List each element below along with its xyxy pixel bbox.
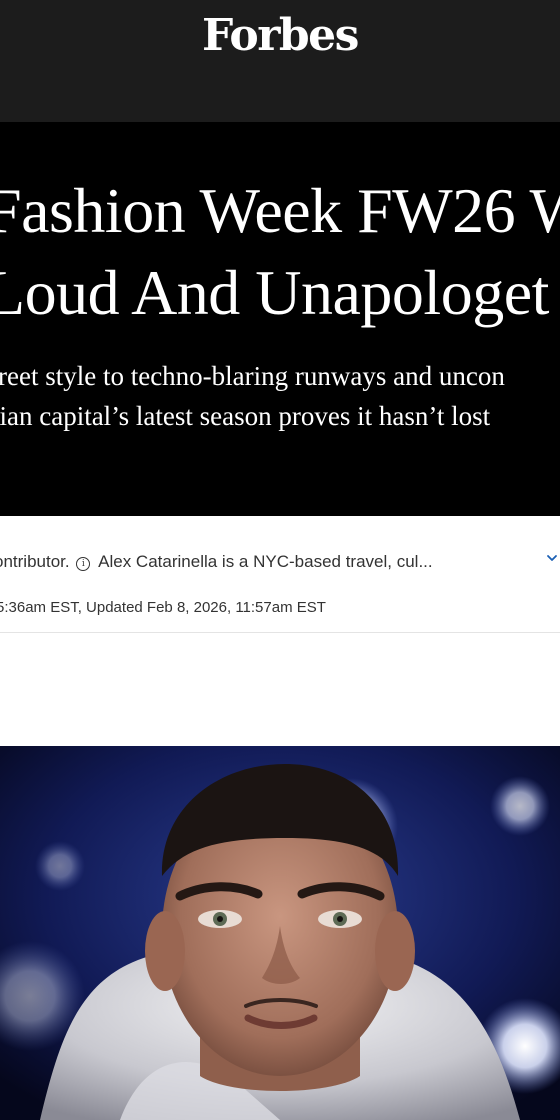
headline-line-2: Loud And Unapologet [0, 257, 549, 328]
info-circle-icon: i [76, 557, 91, 571]
site-header: Forbes [0, 0, 560, 122]
runway-model-photo [0, 746, 560, 1120]
headline-line-1: Fashion Week FW26 W [0, 175, 560, 246]
article-hero: Fashion Week FW26 W Loud And Unapologet … [0, 122, 560, 516]
article-dek: street style to techno-blaring runways a… [0, 356, 505, 436]
article-headline: Fashion Week FW26 W Loud And Unapologet [0, 170, 560, 334]
contributor-label: ontributor. [0, 552, 70, 571]
hero-image [0, 746, 560, 1120]
article-byline: ontributor. i Alex Catarinella is a NYC-… [0, 516, 560, 633]
contributor-row[interactable]: ontributor. i Alex Catarinella is a NYC-… [0, 550, 433, 574]
chevron-down-icon[interactable] [546, 552, 558, 564]
contributor-bio: Alex Catarinella is a NYC-based travel, … [98, 552, 433, 571]
publish-timestamp: 5:36am EST, Updated Feb 8, 2026, 11:57am… [0, 599, 326, 616]
dek-line-2: alian capital’s latest season proves it … [0, 401, 491, 431]
dek-line-1: street style to techno-blaring runways a… [0, 361, 505, 391]
forbes-logo[interactable]: Forbes [0, 8, 560, 64]
